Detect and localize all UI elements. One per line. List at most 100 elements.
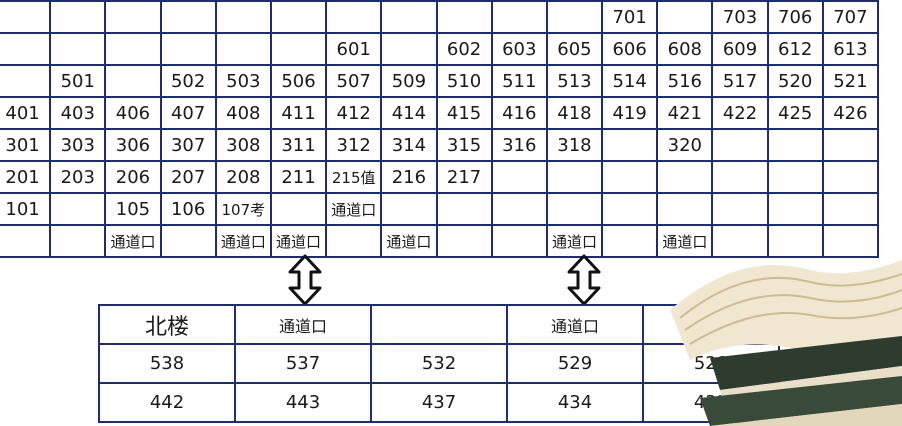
room-cell: 通道口 — [269, 224, 328, 258]
room-cell: 601 — [325, 32, 383, 66]
room-cell — [545, 160, 604, 194]
room-cell — [766, 128, 824, 162]
room-cell: 407 — [159, 96, 217, 130]
room-cell: 411 — [269, 96, 328, 130]
room-cell — [435, 224, 493, 258]
room-cell: 415 — [435, 96, 493, 130]
room-cell: 520 — [766, 64, 824, 98]
top-building-grid: 701 703 706 707 601 602 603 605 606 608 609 612 613 5… — [0, 0, 880, 258]
room-cell — [380, 0, 438, 34]
table-row: 301 303 306 307 308 311 312 314 315 316 318 320 — [0, 128, 880, 162]
room-cell — [601, 128, 659, 162]
room-cell — [656, 0, 714, 34]
room-cell: 706 — [766, 0, 824, 34]
room-cell — [490, 224, 548, 258]
room-cell: 443 — [234, 382, 372, 423]
room-cell: 426 — [821, 96, 880, 130]
table-row: 501 502 503 506 507 509 510 511 513 514 516 517 520 5… — [0, 64, 880, 98]
room-cell — [269, 0, 328, 34]
room-cell — [766, 160, 824, 194]
room-cell: 通道口 — [545, 224, 604, 258]
room-cell — [49, 224, 107, 258]
room-cell — [159, 0, 217, 34]
room-cell: 106 — [159, 192, 217, 226]
room-cell: 303 — [49, 128, 107, 162]
double-arrow-icon — [567, 254, 601, 306]
room-cell: 509 — [380, 64, 438, 98]
room-cell: 703 — [711, 0, 769, 34]
room-cell — [325, 0, 383, 34]
room-cell — [0, 64, 52, 98]
room-cell — [104, 0, 162, 34]
room-cell — [214, 32, 272, 66]
room-cell: 434 — [506, 382, 644, 423]
table-row: 601 602 603 605 606 608 609 612 613 — [0, 32, 880, 66]
room-cell: 206 — [104, 160, 162, 194]
room-cell: 211 — [269, 160, 328, 194]
room-cell — [545, 0, 604, 34]
room-cell: 418 — [545, 96, 604, 130]
room-cell: 507 — [325, 64, 383, 98]
room-cell: 701 — [601, 0, 659, 34]
room-cell: 419 — [601, 96, 659, 130]
room-cell — [821, 192, 880, 226]
room-cell: 通道口 — [104, 224, 162, 258]
table-row: 201 203 206 207 208 211 215值 216 217 — [0, 160, 880, 194]
room-cell: 521 — [821, 64, 880, 98]
room-cell — [325, 224, 383, 258]
room-cell: 506 — [269, 64, 328, 98]
double-arrow-icon — [288, 254, 322, 306]
room-cell — [435, 192, 493, 226]
room-cell — [269, 32, 328, 66]
room-cell: 513 — [545, 64, 604, 98]
room-cell: 501 — [49, 64, 107, 98]
room-cell: 307 — [159, 128, 217, 162]
room-cell — [490, 192, 548, 226]
room-cell — [159, 224, 217, 258]
room-cell: 216 — [380, 160, 438, 194]
room-cell: 406 — [104, 96, 162, 130]
room-cell — [380, 32, 438, 66]
room-cell: 105 — [104, 192, 162, 226]
room-cell: 207 — [159, 160, 217, 194]
room-cell: 514 — [601, 64, 659, 98]
room-cell: 314 — [380, 128, 438, 162]
room-cell: 517 — [711, 64, 769, 98]
room-cell: 401 — [0, 96, 52, 130]
room-cell: 707 — [821, 0, 880, 34]
room-cell — [766, 192, 824, 226]
room-cell: 316 — [490, 128, 548, 162]
room-cell: 537 — [234, 343, 372, 384]
room-cell: 538 — [98, 343, 236, 384]
room-cell: 516 — [656, 64, 714, 98]
table-row: 701 703 706 707 — [0, 0, 880, 34]
room-cell — [821, 160, 880, 194]
room-cell — [49, 0, 107, 34]
room-cell: 217 — [435, 160, 493, 194]
room-cell — [49, 32, 107, 66]
books-illustration — [670, 260, 902, 426]
room-cell: 201 — [0, 160, 52, 194]
room-cell: 416 — [490, 96, 548, 130]
room-cell: 425 — [766, 96, 824, 130]
room-cell: 通道口 — [325, 192, 383, 226]
room-cell: 412 — [325, 96, 383, 130]
room-cell: 308 — [214, 128, 272, 162]
room-cell: 208 — [214, 160, 272, 194]
room-cell: 101 — [0, 192, 52, 226]
room-cell: 403 — [49, 96, 107, 130]
room-cell: 通道口 — [214, 224, 272, 258]
room-cell: 422 — [711, 96, 769, 130]
room-cell: 606 — [601, 32, 659, 66]
room-cell — [656, 192, 714, 226]
room-cell: 北楼 — [98, 304, 236, 345]
room-cell: 602 — [435, 32, 493, 66]
room-cell — [104, 32, 162, 66]
room-cell — [0, 224, 52, 258]
room-cell — [370, 304, 508, 345]
room-cell: 511 — [490, 64, 548, 98]
room-cell: 320 — [656, 128, 714, 162]
room-cell: 301 — [0, 128, 52, 162]
room-cell: 532 — [370, 343, 508, 384]
room-cell: 529 — [506, 343, 644, 384]
